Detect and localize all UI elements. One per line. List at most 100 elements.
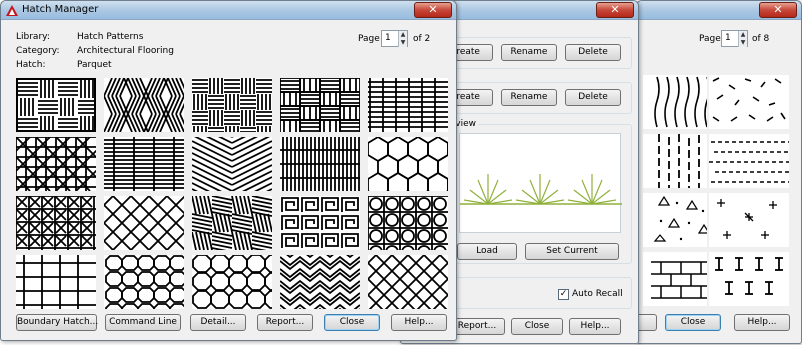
- hatch-manager-titlebar[interactable]: Hatch Manager: [1, 1, 456, 20]
- page-spinner[interactable]: 1 ▲ ▼: [381, 30, 408, 47]
- right-pattern-tile[interactable]: [643, 75, 707, 129]
- pattern-tile[interactable]: [368, 196, 448, 250]
- right-window-close-icon[interactable]: ✕: [759, 2, 797, 18]
- spin-up-icon[interactable]: ▲: [398, 31, 407, 39]
- right-pattern-tile[interactable]: [709, 252, 789, 306]
- octagon-pattern-icon: [104, 196, 184, 250]
- lattice-pattern-icon: [16, 137, 96, 191]
- spin-up-icon[interactable]: ▲: [738, 31, 747, 39]
- pattern-tile[interactable]: [280, 196, 360, 250]
- middle-window-close-icon[interactable]: ✕: [596, 2, 634, 18]
- herringbone-pattern-icon: [104, 78, 184, 132]
- info-value: Hatch Patterns: [77, 32, 144, 42]
- spin-down-icon[interactable]: ▼: [738, 39, 747, 47]
- hex-tile-pattern-icon: [368, 137, 448, 191]
- pattern-tile[interactable]: [16, 137, 96, 191]
- report-button[interactable]: Report...: [257, 314, 313, 331]
- brick-bond-pattern-icon: [651, 261, 707, 299]
- right-pattern-tile[interactable]: [709, 193, 789, 247]
- star-tile-pattern-icon: [16, 196, 96, 250]
- detail-button[interactable]: Detail...: [190, 314, 246, 331]
- chevron-pattern-icon: [192, 137, 272, 191]
- greek-key-pattern-icon: [281, 197, 359, 248]
- pattern-tile[interactable]: [104, 255, 184, 309]
- rename-button-2[interactable]: Rename: [501, 89, 557, 106]
- auto-recall-label[interactable]: Auto Recall: [572, 289, 623, 299]
- pattern-tile[interactable]: [280, 137, 360, 191]
- pattern-tile[interactable]: [368, 78, 448, 132]
- pattern-tile[interactable]: [16, 78, 96, 132]
- right-partial-button[interactable]: [637, 314, 657, 331]
- pattern-tile[interactable]: [280, 78, 360, 132]
- page-label: Page: [358, 34, 380, 44]
- brick-pattern-icon: [280, 137, 360, 191]
- pattern-tile[interactable]: [192, 255, 272, 309]
- load-button[interactable]: Load: [457, 243, 517, 260]
- pattern-tile[interactable]: [104, 137, 184, 191]
- circle-tile-pattern-icon: [368, 196, 448, 250]
- grid-pattern-icon: [16, 255, 96, 309]
- rename-button-1[interactable]: Rename: [501, 44, 557, 61]
- right-help-button[interactable]: Help...: [734, 314, 790, 331]
- basketweave-pattern-icon: [192, 78, 272, 132]
- close-button[interactable]: Close: [324, 314, 380, 331]
- delete-button-1[interactable]: Delete: [565, 44, 621, 61]
- parquet-pattern-icon: [18, 80, 94, 130]
- pattern-tile[interactable]: [192, 137, 272, 191]
- right-page-value: 1: [725, 33, 731, 43]
- info-label: Category:: [16, 46, 60, 56]
- right-page-of: of 8: [752, 34, 770, 44]
- right-page-spinner[interactable]: 1 ▲ ▼: [721, 30, 748, 47]
- i-beam-pattern-icon: [715, 257, 783, 295]
- pattern-tile[interactable]: [104, 78, 184, 132]
- right-pattern-tile[interactable]: [643, 134, 707, 188]
- middle-report-button[interactable]: Report...: [449, 318, 505, 335]
- middle-help-button[interactable]: Help...: [569, 318, 621, 335]
- page-of-label: of 2: [413, 34, 431, 44]
- diagonal-weave-pattern-icon: [192, 196, 272, 250]
- star-scatter-pattern-icon: [717, 199, 777, 239]
- right-close-button[interactable]: Close: [665, 314, 721, 331]
- command-line-button[interactable]: Command Line: [105, 314, 181, 331]
- spin-down-icon[interactable]: ▼: [398, 39, 407, 47]
- close-window-icon[interactable]: ✕: [414, 2, 452, 18]
- weave-pattern-icon: [280, 78, 360, 132]
- hatch-manager-window: Hatch Manager ✕ Library: Hatch Patterns Ca…: [0, 0, 457, 341]
- delete-button-2[interactable]: Delete: [565, 89, 621, 106]
- info-label: Library:: [16, 32, 50, 42]
- boundary-hatch-button[interactable]: Boundary Hatch...: [16, 314, 98, 331]
- auto-recall-checkbox[interactable]: ✓: [558, 289, 569, 300]
- pattern-tile[interactable]: [104, 196, 184, 250]
- right-background-window: ✕ Page 1 ▲ ▼ of 8 Close Help...: [636, 0, 802, 344]
- wave-pattern-icon: [654, 76, 707, 128]
- ladder-pattern-icon: [368, 78, 448, 132]
- middle-close-button[interactable]: Close: [511, 318, 563, 335]
- scatter-dash-pattern-icon: [712, 77, 786, 122]
- right-pattern-tile[interactable]: [709, 75, 789, 129]
- dashed-vertical-pattern-icon: [658, 134, 700, 188]
- octagon-square-pattern-icon: [192, 255, 272, 309]
- page-value: 1: [385, 33, 391, 43]
- help-button[interactable]: Help...: [391, 314, 447, 331]
- pattern-tile[interactable]: [16, 196, 96, 250]
- set-current-button[interactable]: Set Current: [525, 243, 619, 260]
- triangle-dots-pattern-icon: [653, 195, 707, 242]
- pattern-tile[interactable]: [192, 78, 272, 132]
- autocad-app-icon: [6, 5, 18, 16]
- info-label: Hatch:: [16, 60, 46, 70]
- grass-hatch-preview-icon: [460, 174, 622, 205]
- diamond-mesh-pattern-icon: [368, 255, 448, 309]
- pattern-tile[interactable]: [368, 255, 448, 309]
- info-value: Parquet: [77, 60, 112, 70]
- pattern-tile[interactable]: [280, 255, 360, 309]
- right-pattern-tile[interactable]: [643, 193, 707, 247]
- pattern-tile[interactable]: [16, 255, 96, 309]
- preview-panel: [459, 133, 622, 233]
- right-pattern-tile[interactable]: [709, 134, 789, 188]
- basket-3d-pattern-icon: [280, 255, 360, 309]
- window-title: Hatch Manager: [22, 4, 99, 15]
- stripes-pattern-icon: [104, 137, 184, 191]
- right-pattern-tile[interactable]: [643, 252, 707, 306]
- pattern-tile[interactable]: [192, 196, 272, 250]
- pattern-tile[interactable]: [368, 137, 448, 191]
